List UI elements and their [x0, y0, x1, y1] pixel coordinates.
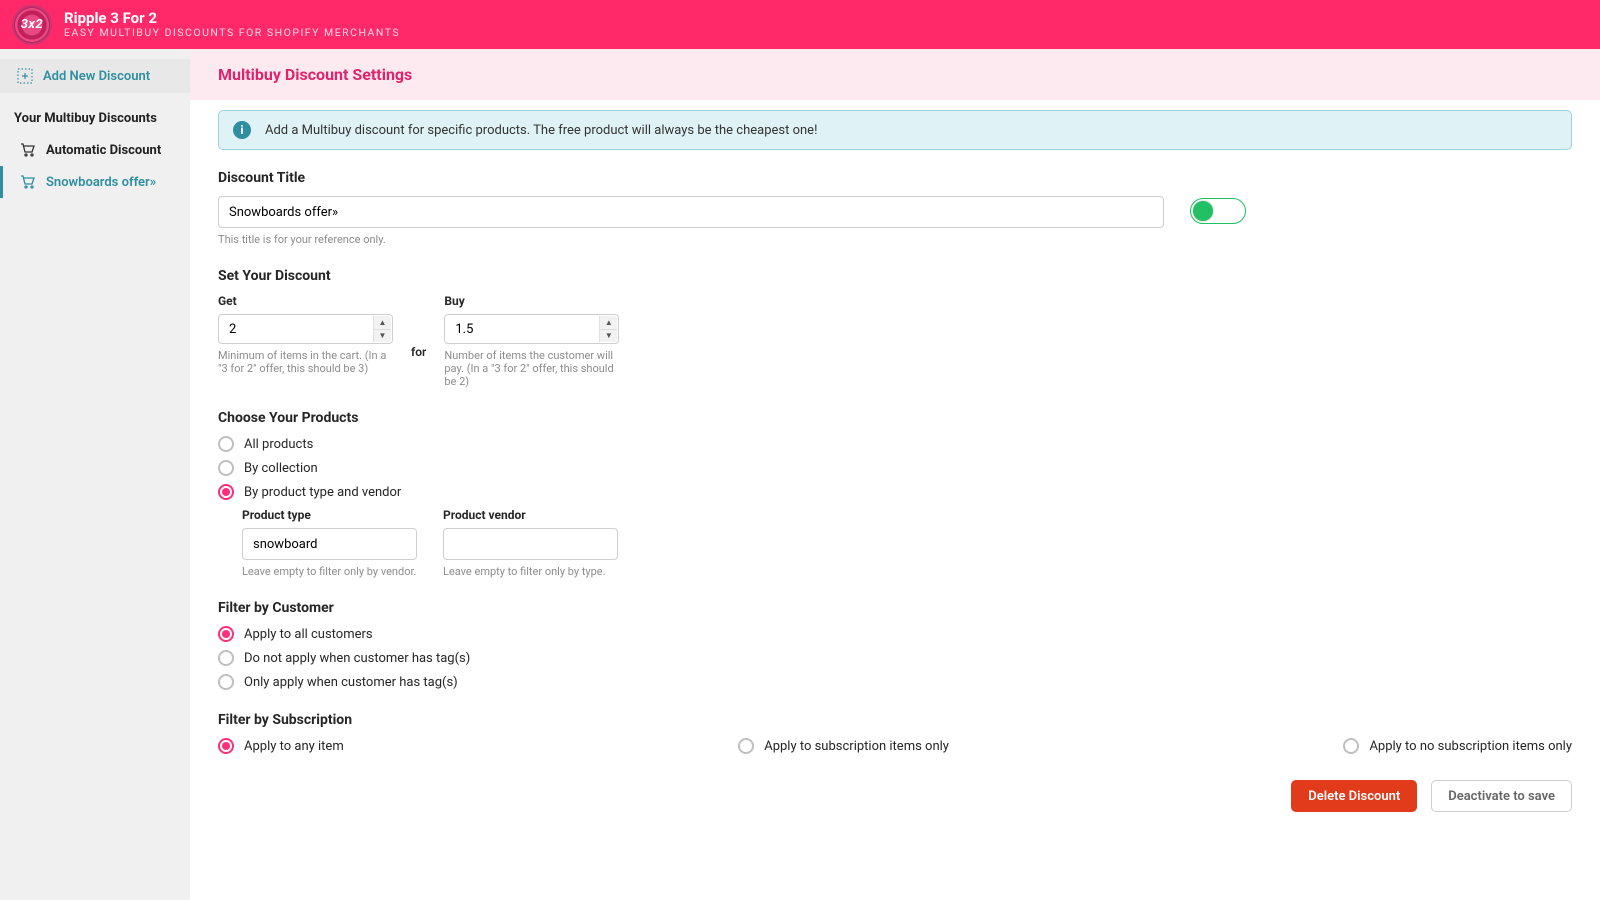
- active-toggle[interactable]: [1190, 198, 1246, 224]
- customer-option-only-tags[interactable]: Only apply when customer has tag(s): [218, 674, 1572, 690]
- brand-logo-text: 3x2: [21, 17, 43, 32]
- customer-option-all[interactable]: Apply to all customers: [218, 626, 1572, 642]
- sidebar-item-label: Snowboards offer»: [46, 175, 156, 190]
- brand-title: Ripple 3 For 2: [64, 10, 400, 27]
- radio-label: By collection: [244, 461, 318, 476]
- stepper-down-icon[interactable]: ▼: [600, 329, 617, 343]
- info-banner: i Add a Multibuy discount for specific p…: [218, 110, 1572, 150]
- product-vendor-label: Product vendor: [443, 508, 618, 522]
- cart-icon: [20, 174, 36, 190]
- radio-icon: [738, 738, 754, 754]
- for-label: for: [411, 345, 426, 359]
- radio-icon: [218, 436, 234, 452]
- brand-subtitle: EASY MULTIBUY DISCOUNTS FOR SHOPIFY MERC…: [64, 26, 400, 39]
- buy-label: Buy: [444, 294, 619, 308]
- products-option-all[interactable]: All products: [218, 436, 1572, 452]
- stepper-up-icon[interactable]: ▲: [600, 316, 617, 329]
- set-discount-heading: Set Your Discount: [218, 268, 1572, 284]
- subscription-option-only[interactable]: Apply to subscription items only: [738, 738, 949, 754]
- product-type-input[interactable]: [242, 528, 417, 560]
- add-new-discount-button[interactable]: Add New Discount: [0, 59, 190, 93]
- customer-option-exclude-tags[interactable]: Do not apply when customer has tag(s): [218, 650, 1572, 666]
- discount-title-input[interactable]: [218, 196, 1164, 228]
- radio-icon: [218, 738, 234, 754]
- sidebar-item-label: Automatic Discount: [46, 143, 161, 158]
- info-icon: i: [233, 121, 251, 139]
- subscription-option-none[interactable]: Apply to no subscription items only: [1343, 738, 1572, 754]
- content-area: Multibuy Discount Settings i Add a Multi…: [190, 49, 1600, 900]
- info-text: Add a Multibuy discount for specific pro…: [265, 123, 817, 138]
- choose-products-heading: Choose Your Products: [218, 410, 1572, 426]
- radio-icon: [218, 674, 234, 690]
- radio-icon: [218, 484, 234, 500]
- radio-label: Only apply when customer has tag(s): [244, 675, 458, 690]
- radio-icon: [218, 460, 234, 476]
- discount-title-hint: This title is for your reference only.: [218, 233, 1164, 246]
- get-label: Get: [218, 294, 393, 308]
- product-vendor-hint: Leave empty to filter only by type.: [443, 565, 618, 578]
- radio-label: Apply to no subscription items only: [1369, 739, 1572, 754]
- products-option-collection[interactable]: By collection: [218, 460, 1572, 476]
- radio-label: Apply to all customers: [244, 627, 373, 642]
- add-grid-icon: [17, 68, 33, 84]
- brand-text: Ripple 3 For 2 EASY MULTIBUY DISCOUNTS F…: [64, 10, 400, 40]
- sidebar: Add New Discount Your Multibuy Discounts…: [0, 49, 190, 900]
- subscription-option-any[interactable]: Apply to any item: [218, 738, 344, 754]
- radio-label: Apply to subscription items only: [764, 739, 949, 754]
- sidebar-item-automatic[interactable]: Automatic Discount: [0, 134, 190, 166]
- get-hint: Minimum of items in the cart. (In a "3 f…: [218, 349, 393, 375]
- cart-icon: [20, 142, 36, 158]
- delete-discount-button[interactable]: Delete Discount: [1291, 780, 1417, 812]
- product-type-label: Product type: [242, 508, 417, 522]
- radio-icon: [1343, 738, 1359, 754]
- page-title-strip: Multibuy Discount Settings: [190, 49, 1600, 100]
- page-title: Multibuy Discount Settings: [218, 65, 1572, 84]
- product-type-hint: Leave empty to filter only by vendor.: [242, 565, 417, 578]
- radio-label: Do not apply when customer has tag(s): [244, 651, 470, 666]
- buy-hint: Number of items the customer will pay. (…: [444, 349, 619, 388]
- discount-title-heading: Discount Title: [218, 170, 1572, 186]
- deactivate-button[interactable]: Deactivate to save: [1431, 780, 1572, 812]
- radio-icon: [218, 626, 234, 642]
- radio-label: All products: [244, 437, 313, 452]
- filter-subscription-heading: Filter by Subscription: [218, 712, 1572, 728]
- products-option-type-vendor[interactable]: By product type and vendor: [218, 484, 1572, 500]
- sidebar-list-heading: Your Multibuy Discounts: [0, 93, 190, 134]
- filter-customer-heading: Filter by Customer: [218, 600, 1572, 616]
- product-vendor-input[interactable]: [443, 528, 618, 560]
- stepper-down-icon[interactable]: ▼: [374, 329, 391, 343]
- radio-icon: [218, 650, 234, 666]
- top-header: 3x2 Ripple 3 For 2 EASY MULTIBUY DISCOUN…: [0, 0, 1600, 49]
- radio-label: By product type and vendor: [244, 485, 401, 500]
- toggle-knob: [1193, 201, 1213, 221]
- buy-stepper: ▲ ▼: [599, 316, 617, 342]
- add-new-discount-label: Add New Discount: [43, 69, 150, 84]
- buy-input[interactable]: [444, 314, 619, 344]
- brand-logo: 3x2: [12, 5, 52, 45]
- get-input[interactable]: [218, 314, 393, 344]
- stepper-up-icon[interactable]: ▲: [374, 316, 391, 329]
- sidebar-item-snowboards[interactable]: Snowboards offer»: [0, 166, 190, 198]
- get-stepper: ▲ ▼: [373, 316, 391, 342]
- radio-label: Apply to any item: [244, 739, 344, 754]
